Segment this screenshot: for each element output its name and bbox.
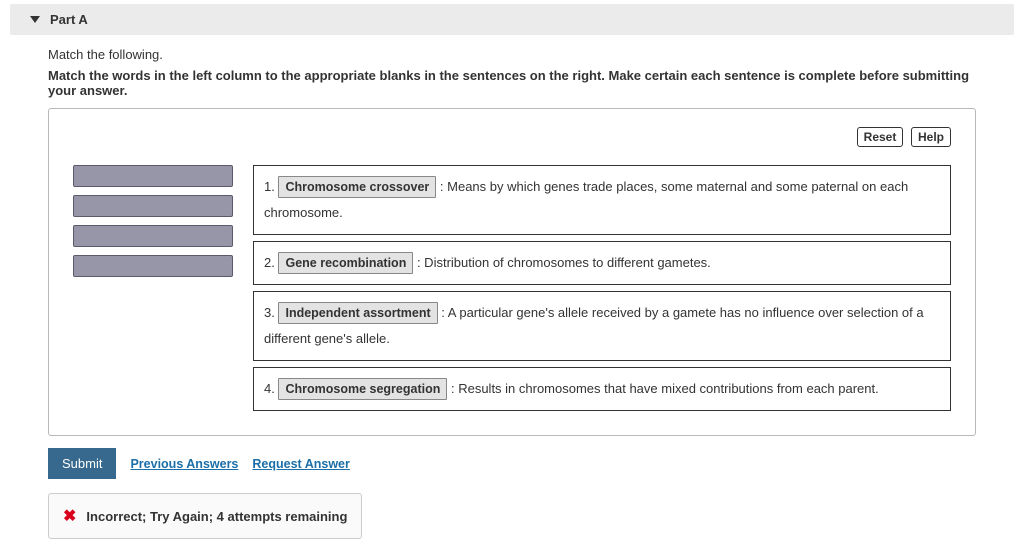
sentence-text: : Distribution of chromosomes to differe… <box>417 255 711 270</box>
answer-chip[interactable]: Independent assortment <box>278 302 437 324</box>
sentence-3: 3. Independent assortment : A particular… <box>253 291 951 361</box>
sentence-number: 2. <box>264 255 275 270</box>
incorrect-x-icon: ✖ <box>63 506 76 526</box>
request-answer-link[interactable]: Request Answer <box>252 457 349 471</box>
part-header[interactable]: Part A <box>10 4 1014 35</box>
source-slot[interactable] <box>73 195 233 217</box>
content-area: Match the following. Match the words in … <box>0 35 1024 549</box>
help-button[interactable]: Help <box>911 127 951 147</box>
source-slot[interactable] <box>73 255 233 277</box>
feedback-box: ✖ Incorrect; Try Again; 4 attempts remai… <box>48 493 362 539</box>
submit-button[interactable]: Submit <box>48 448 116 479</box>
sentence-1: 1. Chromosome crossover : Means by which… <box>253 165 951 235</box>
target-column: 1. Chromosome crossover : Means by which… <box>253 165 951 411</box>
source-column <box>73 165 233 277</box>
source-slot[interactable] <box>73 165 233 187</box>
sentence-4: 4. Chromosome segregation : Results in c… <box>253 367 951 411</box>
activity-box: Reset Help 1. Chromosome crossover : Mea… <box>48 108 976 436</box>
answer-chip[interactable]: Chromosome segregation <box>278 378 447 400</box>
disclosure-triangle-icon <box>30 16 40 23</box>
sentence-number: 4. <box>264 381 275 396</box>
instruction-line-1: Match the following. <box>48 47 976 62</box>
part-title: Part A <box>50 12 88 27</box>
sentence-number: 1. <box>264 179 275 194</box>
answer-chip[interactable]: Chromosome crossover <box>278 176 436 198</box>
action-row: Submit Previous Answers Request Answer <box>48 448 976 479</box>
sentence-2: 2. Gene recombination : Distribution of … <box>253 241 951 285</box>
activity-toolbar: Reset Help <box>73 127 951 147</box>
instruction-line-2: Match the words in the left column to th… <box>48 68 976 98</box>
sentence-text: : Results in chromosomes that have mixed… <box>451 381 879 396</box>
reset-button[interactable]: Reset <box>857 127 904 147</box>
previous-answers-link[interactable]: Previous Answers <box>130 457 238 471</box>
sentence-number: 3. <box>264 305 275 320</box>
match-area: 1. Chromosome crossover : Means by which… <box>73 165 951 411</box>
source-slot[interactable] <box>73 225 233 247</box>
feedback-text: Incorrect; Try Again; 4 attempts remaini… <box>86 509 347 524</box>
answer-chip[interactable]: Gene recombination <box>278 252 413 274</box>
